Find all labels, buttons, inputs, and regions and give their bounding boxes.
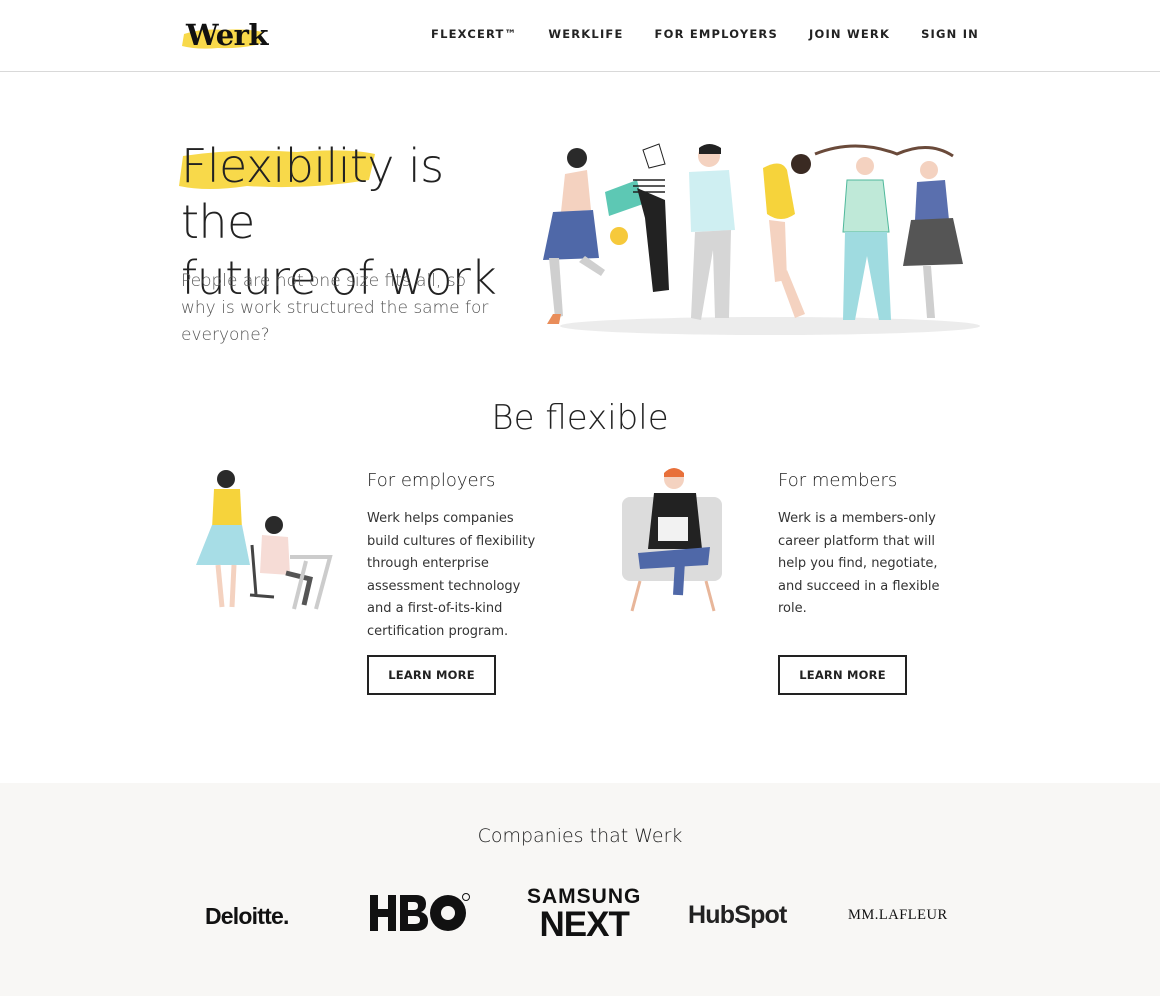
hbo-logo: [368, 891, 472, 935]
main-nav: FLEXCERT™ WERKLIFE FOR EMPLOYERS JOIN WE…: [431, 27, 979, 41]
mm-lafleur-logo: MM.LAFLEUR: [848, 907, 948, 923]
employers-learn-more-button[interactable]: LEARN MORE: [367, 655, 496, 695]
nav-item-flexcert[interactable]: FLEXCERT™: [431, 27, 517, 41]
companies-section: Companies that Werk Deloitte. SAMSUNG NE…: [0, 783, 1160, 996]
werk-logo[interactable]: Werk: [182, 16, 269, 56]
deloitte-logo: Deloitte.: [205, 903, 289, 929]
hero-illustration: [543, 143, 980, 335]
members-heading: For members: [778, 470, 898, 491]
samsung-next-logo: SAMSUNG NEXT: [527, 886, 641, 944]
members-learn-more-button[interactable]: LEARN MORE: [778, 655, 907, 695]
members-illustration: [622, 468, 722, 612]
employers-body: Werk helps companies build cultures of f…: [367, 511, 536, 639]
nav-item-sign-in[interactable]: SIGN IN: [921, 27, 979, 41]
hbo-logo-mark: [370, 893, 470, 931]
employers-illustration: [196, 470, 333, 610]
nav-item-for-employers[interactable]: FOR EMPLOYERS: [655, 27, 778, 41]
logo-text: Werk: [186, 18, 269, 52]
nav-item-join-werk[interactable]: JOIN WERK: [809, 27, 890, 41]
companies-title: Companies that Werk: [477, 825, 683, 847]
nav-item-werklife[interactable]: WERKLIFE: [548, 27, 623, 41]
hubspot-logo: HubSpot: [688, 901, 787, 929]
site-header: Werk FLEXCERT™ WERKLIFE FOR EMPLOYERS JO…: [0, 0, 1160, 72]
samsung-logo-bottom: NEXT: [539, 905, 629, 944]
section-title-be-flexible: Be flexible: [491, 398, 669, 438]
employers-heading: For employers: [367, 470, 496, 491]
members-body: Werk is a members-only career platform t…: [778, 511, 940, 616]
hero-subtitle: People are not one size fits all, so why…: [181, 271, 489, 345]
hero-title-highlight: Flexibility: [179, 138, 395, 194]
